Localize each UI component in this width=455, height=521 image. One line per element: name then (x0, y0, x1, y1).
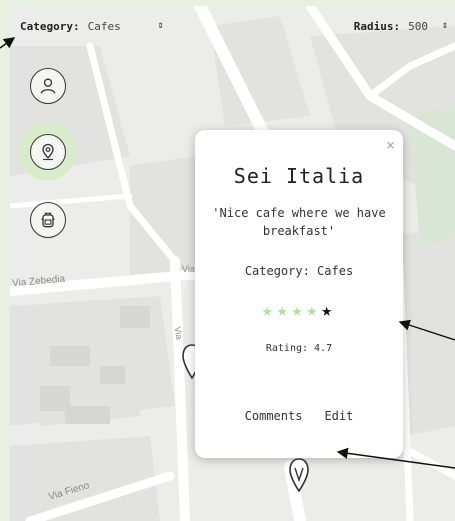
place-popup: × Sei Italia 'Nice cafe where we have br… (195, 130, 403, 458)
category-label: Category: (20, 19, 80, 33)
star-rating[interactable]: ★★★★★ (195, 300, 403, 321)
selected-map-marker[interactable] (289, 458, 309, 496)
radius-label: Radius: (353, 19, 401, 33)
radius-select[interactable]: Radius: 500 ⇕ (353, 19, 448, 33)
star-icon[interactable]: ★ (306, 300, 321, 321)
profile-button[interactable] (30, 68, 66, 104)
rating-text: Rating: 4.7 (265, 343, 333, 354)
radius-value[interactable]: 500 (408, 20, 428, 33)
street-label: Via (172, 325, 185, 341)
star-icon[interactable]: ★ (277, 300, 292, 321)
backpack-icon (41, 212, 55, 228)
trips-button[interactable] (30, 202, 66, 238)
category-value[interactable]: Cafes (88, 20, 144, 33)
close-icon[interactable]: × (386, 136, 395, 154)
street-label: Via (182, 264, 195, 274)
place-category: Category: Cafes (244, 264, 354, 278)
filter-bar: Category: Cafes ⇕ Radius: 500 ⇕ (10, 6, 455, 46)
place-title: Sei Italia (233, 164, 365, 188)
spinner-icon[interactable]: ⇕ (158, 21, 164, 31)
category-select[interactable]: Category: Cafes ⇕ (20, 19, 164, 33)
edit-link[interactable]: Edit (324, 409, 353, 423)
star-icon[interactable]: ★ (292, 300, 307, 321)
places-button[interactable] (30, 134, 66, 170)
comments-link[interactable]: Comments (245, 409, 303, 423)
app-frame: Via Zebedia Via Fieno Via Via Category: … (10, 6, 455, 521)
user-icon (40, 78, 56, 94)
popup-actions: Comments Edit (195, 409, 403, 423)
star-icon[interactable]: ★ (321, 300, 336, 321)
place-description: 'Nice cafe where we have breakfast' (212, 206, 386, 238)
star-icon[interactable]: ★ (262, 300, 277, 321)
spinner-icon[interactable]: ⇕ (442, 21, 448, 31)
map-pin-icon (42, 143, 54, 161)
